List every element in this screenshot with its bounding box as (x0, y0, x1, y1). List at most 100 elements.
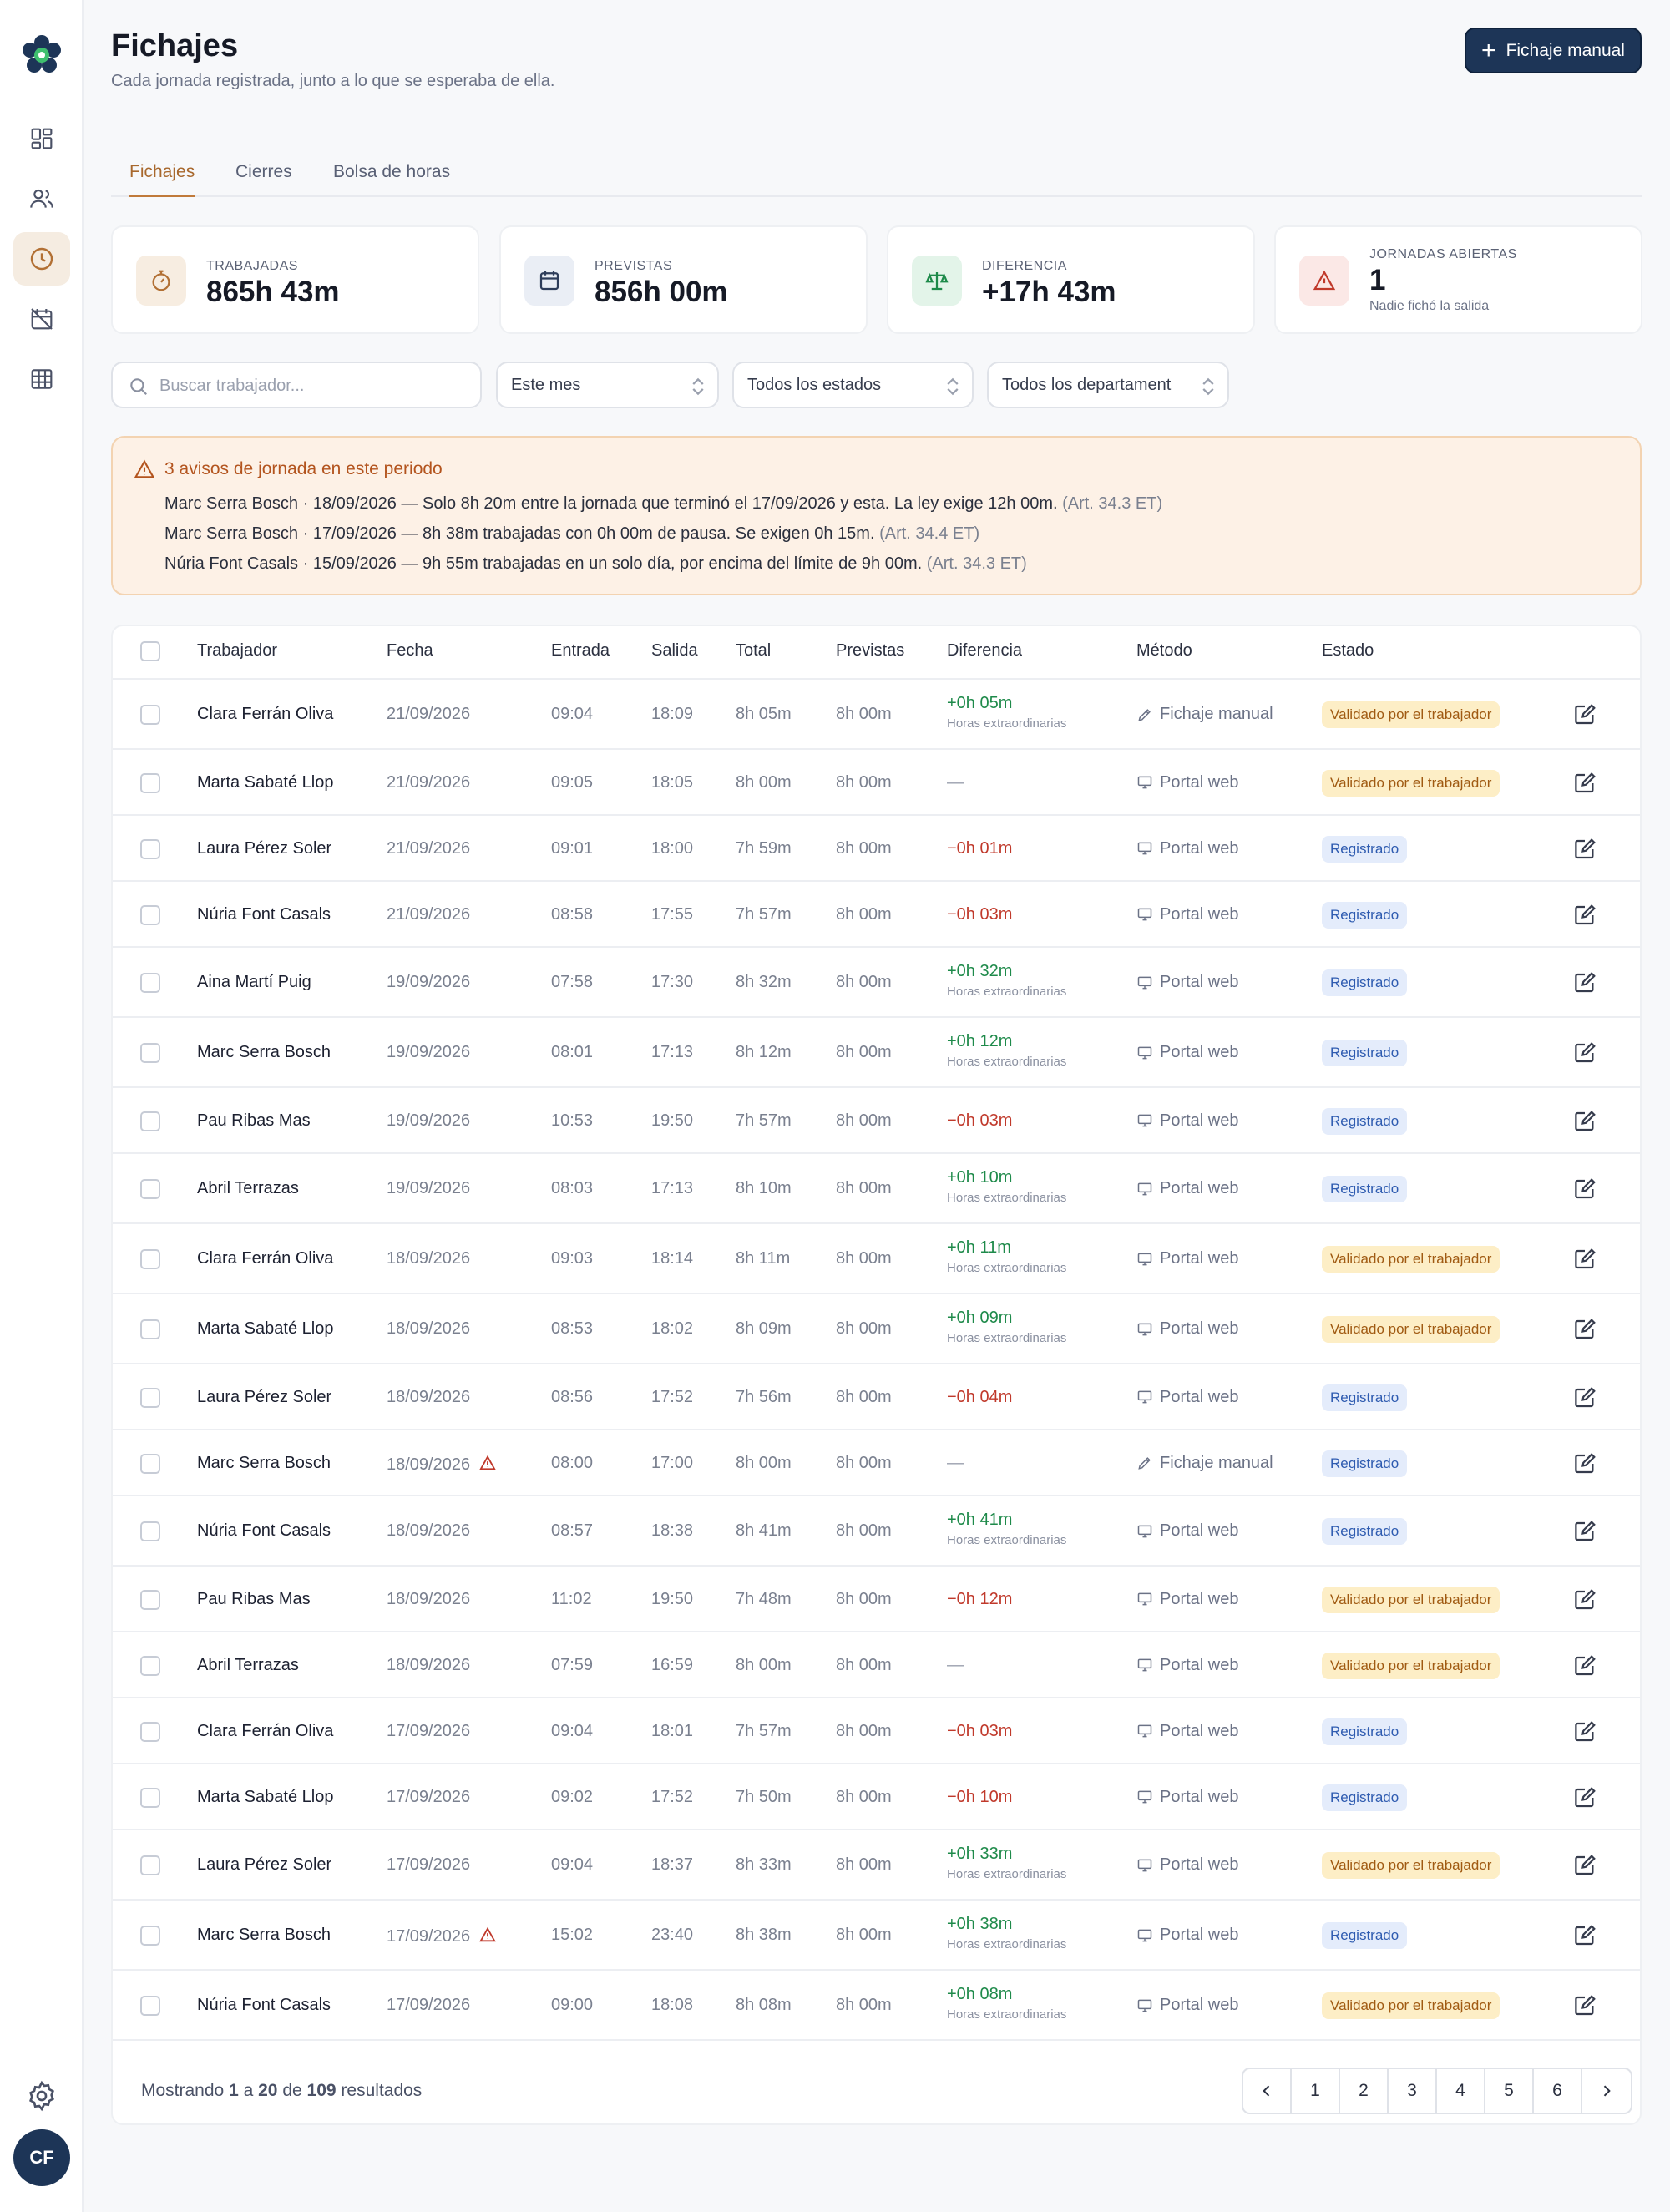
page-button[interactable]: 4 (1437, 2069, 1485, 2113)
row-checkbox[interactable] (140, 1453, 160, 1474)
row-checkbox[interactable] (140, 1787, 160, 1808)
period-select[interactable]: Este mes (496, 362, 719, 408)
edit-icon[interactable] (1572, 771, 1597, 796)
worker-name[interactable]: Laura Pérez Soler (197, 1388, 331, 1407)
worker-name[interactable]: Pau Ribas Mas (197, 1111, 311, 1131)
table-row[interactable]: Marta Sabaté Llop 18/09/2026 08:53 18:02 8h … (113, 1294, 1640, 1364)
row-checkbox[interactable] (140, 1926, 160, 1946)
worker-name[interactable]: Marta Sabaté Llop (197, 1319, 333, 1339)
worker-name[interactable]: Abril Terrazas (197, 1656, 299, 1675)
page-button[interactable]: 5 (1485, 2069, 1534, 2113)
table-row[interactable]: Clara Ferrán Oliva 18/09/2026 09:03 18:14 8h… (113, 1224, 1640, 1294)
row-checkbox[interactable] (140, 1521, 160, 1541)
edit-icon[interactable] (1572, 1385, 1597, 1410)
table-row[interactable]: Abril Terrazas 18/09/2026 07:59 16:59 8h 00m… (113, 1632, 1640, 1698)
table-row[interactable]: Laura Pérez Soler 21/09/2026 09:01 18:00 7h … (113, 816, 1640, 882)
row-checkbox[interactable] (140, 1655, 160, 1676)
search-input[interactable] (159, 372, 468, 400)
edit-icon[interactable] (1572, 1923, 1597, 1948)
worker-name[interactable]: Marc Serra Bosch (197, 1926, 331, 1945)
edit-icon[interactable] (1572, 1247, 1597, 1272)
worker-name[interactable]: Marc Serra Bosch (197, 1043, 331, 1062)
column-header-date[interactable]: Fecha (387, 641, 433, 661)
table-row[interactable]: Aina Martí Puig 19/09/2026 07:58 17:30 8h 32… (113, 948, 1640, 1018)
worker-name[interactable]: Laura Pérez Soler (197, 1855, 331, 1875)
column-header-diff[interactable]: Diferencia (947, 641, 1022, 661)
edit-icon[interactable] (1572, 837, 1597, 862)
row-checkbox[interactable] (140, 1387, 160, 1408)
table-row[interactable]: Clara Ferrán Oliva 17/09/2026 09:04 18:01 7h… (113, 1698, 1640, 1764)
add-manual-entry-button[interactable]: + Fichaje manual (1465, 28, 1642, 73)
nav-table[interactable] (13, 352, 70, 406)
worker-name[interactable]: Clara Ferrán Oliva (197, 705, 333, 724)
edit-icon[interactable] (1572, 1993, 1597, 2018)
edit-icon[interactable] (1572, 1109, 1597, 1134)
row-checkbox[interactable] (140, 1589, 160, 1610)
row-checkbox[interactable] (140, 705, 160, 725)
edit-icon[interactable] (1572, 1177, 1597, 1202)
column-header-planned[interactable]: Previstas (836, 641, 904, 661)
column-header-worker[interactable]: Trabajador (197, 641, 277, 661)
table-row[interactable]: Pau Ribas Mas 19/09/2026 10:53 19:50 7h 57m 8… (113, 1088, 1640, 1154)
edit-icon[interactable] (1572, 1040, 1597, 1066)
row-checkbox[interactable] (140, 1179, 160, 1199)
edit-icon[interactable] (1572, 1317, 1597, 1342)
edit-icon[interactable] (1572, 1785, 1597, 1810)
worker-name[interactable]: Núria Font Casals (197, 905, 331, 924)
worker-name[interactable]: Aina Martí Puig (197, 973, 311, 992)
page-button[interactable]: 2 (1340, 2069, 1389, 2113)
prev-page-button[interactable] (1243, 2069, 1292, 2113)
worker-name[interactable]: Pau Ribas Mas (197, 1590, 311, 1609)
row-checkbox[interactable] (140, 904, 160, 925)
table-row[interactable]: Marta Sabaté Llop 17/09/2026 09:02 17:52 7h … (113, 1764, 1640, 1830)
nav-calendar[interactable] (13, 292, 70, 346)
search-box[interactable] (111, 362, 482, 408)
table-row[interactable]: Núria Font Casals 21/09/2026 08:58 17:55 7h … (113, 882, 1640, 948)
worker-name[interactable]: Marta Sabaté Llop (197, 773, 333, 792)
row-checkbox[interactable] (140, 772, 160, 793)
warning-triangle-icon[interactable] (478, 1454, 497, 1472)
worker-name[interactable]: Clara Ferrán Oliva (197, 1249, 333, 1268)
page-button[interactable]: 1 (1292, 2069, 1340, 2113)
edit-icon[interactable] (1572, 702, 1597, 727)
nav-dashboard[interactable] (13, 112, 70, 165)
status-select[interactable]: Todos los estados (732, 362, 974, 408)
table-row[interactable]: Núria Font Casals 18/09/2026 08:57 18:38 8h … (113, 1496, 1640, 1567)
tab-bolsa-de-horas[interactable]: Bolsa de horas (333, 162, 450, 197)
row-checkbox[interactable] (140, 1855, 160, 1875)
edit-icon[interactable] (1572, 1451, 1597, 1476)
edit-icon[interactable] (1572, 903, 1597, 928)
table-row[interactable]: Laura Pérez Soler 17/09/2026 09:04 18:37 8h … (113, 1830, 1640, 1901)
column-header-total[interactable]: Total (736, 641, 771, 661)
table-row[interactable]: Marc Serra Bosch 19/09/2026 08:01 17:13 8h 1… (113, 1018, 1640, 1088)
worker-name[interactable]: Marta Sabaté Llop (197, 1788, 333, 1807)
worker-name[interactable]: Núria Font Casals (197, 1521, 331, 1541)
logo-flower-icon[interactable] (18, 32, 65, 78)
department-select[interactable]: Todos los departament (987, 362, 1229, 408)
tab-cierres[interactable]: Cierres (235, 162, 292, 197)
settings-gear-icon[interactable] (25, 2079, 58, 2113)
row-checkbox[interactable] (140, 1111, 160, 1131)
nav-fichajes[interactable] (13, 232, 70, 286)
worker-name[interactable]: Marc Serra Bosch (197, 1454, 331, 1473)
row-checkbox[interactable] (140, 1043, 160, 1063)
worker-name[interactable]: Núria Font Casals (197, 1996, 331, 2015)
worker-name[interactable]: Abril Terrazas (197, 1179, 299, 1198)
column-header-in[interactable]: Entrada (551, 641, 610, 661)
avatar[interactable]: CF (13, 2129, 70, 2186)
edit-icon[interactable] (1572, 1519, 1597, 1544)
edit-icon[interactable] (1572, 1853, 1597, 1878)
row-checkbox[interactable] (140, 838, 160, 859)
table-row[interactable]: Marta Sabaté Llop 21/09/2026 09:05 18:05 8h … (113, 750, 1640, 816)
table-row[interactable]: Abril Terrazas 19/09/2026 08:03 17:13 8h 10m… (113, 1154, 1640, 1224)
nav-users[interactable] (13, 172, 70, 225)
row-checkbox[interactable] (140, 1249, 160, 1269)
table-row[interactable]: Laura Pérez Soler 18/09/2026 08:56 17:52 7h … (113, 1364, 1640, 1430)
table-row[interactable]: Marc Serra Bosch 17/09/2026 15:02 23:40 8h 3… (113, 1901, 1640, 1971)
tab-fichajes[interactable]: Fichajes (129, 162, 195, 197)
column-header-out[interactable]: Salida (651, 641, 698, 661)
edit-icon[interactable] (1572, 970, 1597, 995)
select-all-checkbox[interactable] (140, 641, 160, 661)
worker-name[interactable]: Laura Pérez Soler (197, 839, 331, 858)
table-row[interactable]: Clara Ferrán Oliva 21/09/2026 09:04 18:09 8h… (113, 680, 1640, 750)
